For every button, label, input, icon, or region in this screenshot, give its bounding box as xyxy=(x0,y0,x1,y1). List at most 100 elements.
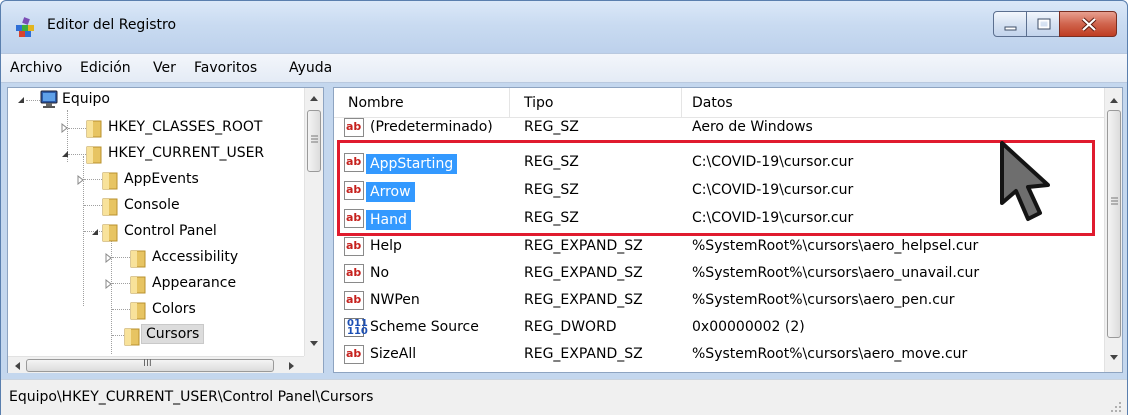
minimize-icon xyxy=(1004,26,1017,31)
maximize-button[interactable] xyxy=(1026,11,1060,37)
collapsed-arrow-icon[interactable] xyxy=(76,175,86,185)
expanded-arrow-icon[interactable] xyxy=(16,95,26,105)
folder-icon xyxy=(102,224,118,242)
expanded-arrow-icon[interactable] xyxy=(60,149,70,159)
string-value-icon: ab xyxy=(344,237,364,256)
value-data: 0x00000002 (2) xyxy=(692,319,805,335)
minimize-button[interactable] xyxy=(993,11,1027,37)
list-row[interactable]: ab SizeAll REG_EXPAND_SZ %SystemRoot%\cu… xyxy=(334,341,1104,369)
dword-value-icon: 011 110 xyxy=(344,318,368,337)
list-vscroll-thumb[interactable] xyxy=(1107,110,1121,338)
menu-edicion[interactable]: Edición xyxy=(80,60,131,76)
tree-horizontal-scrollbar[interactable]: III xyxy=(8,356,304,373)
scroll-down-icon[interactable] xyxy=(309,340,319,348)
tree-hscroll-thumb[interactable]: III xyxy=(26,358,274,372)
value-name: Scheme Source xyxy=(370,319,479,335)
tree-node-hkey-current-user[interactable]: HKEY_CURRENT_USER xyxy=(8,142,304,166)
value-type: REG_EXPAND_SZ xyxy=(524,292,643,308)
resize-grip-icon[interactable] xyxy=(1109,400,1123,414)
tree-label: HKEY_CLASSES_ROOT xyxy=(108,119,263,135)
tree-label: Accessibility xyxy=(152,249,239,265)
menu-archivo[interactable]: Archivo xyxy=(10,60,62,76)
value-data: %SystemRoot%\cursors\aero_move.cur xyxy=(692,346,968,362)
grip-icon: III xyxy=(143,358,152,369)
tree-node-control-panel[interactable]: Control Panel xyxy=(8,220,304,244)
collapsed-arrow-icon[interactable] xyxy=(104,253,114,263)
list-row[interactable]: ab Help REG_EXPAND_SZ %SystemRoot%\curso… xyxy=(334,233,1104,261)
scroll-left-icon[interactable] xyxy=(13,361,21,371)
list-row[interactable]: ab No REG_EXPAND_SZ %SystemRoot%\cursors… xyxy=(334,260,1104,288)
value-type: REG_EXPAND_SZ xyxy=(524,346,643,362)
menu-ver[interactable]: Ver xyxy=(153,60,176,76)
string-value-icon: ab xyxy=(344,345,364,364)
grip-icon xyxy=(1111,197,1118,205)
expanded-arrow-icon[interactable] xyxy=(90,227,100,237)
window-title: Editor del Registro xyxy=(47,17,177,33)
folder-icon xyxy=(86,146,102,164)
column-label: Tipo xyxy=(524,95,554,111)
tree-vscroll-thumb[interactable] xyxy=(307,110,321,172)
cursor-arrow-icon xyxy=(1000,141,1050,221)
tree-label: Appearance xyxy=(152,275,237,291)
menu-ayuda[interactable]: Ayuda xyxy=(289,60,332,76)
folder-icon xyxy=(102,198,118,216)
value-name: No xyxy=(370,265,390,281)
list-row[interactable]: ab NWPen REG_EXPAND_SZ %SystemRoot%\curs… xyxy=(334,287,1104,315)
key-tree-pane[interactable]: Equipo HKEY_CLASSES_ROOT HKEY_CURRENT_US… xyxy=(7,87,324,373)
column-label: Nombre xyxy=(348,95,404,111)
tree-label: Control Panel xyxy=(124,223,217,239)
grip-icon xyxy=(311,135,318,143)
tree-node-colors[interactable]: Colors xyxy=(8,298,304,322)
tree-label: Colors xyxy=(152,301,196,317)
folder-icon xyxy=(130,276,146,294)
menu-favoritos[interactable]: Favoritos xyxy=(194,60,257,76)
scroll-up-icon[interactable] xyxy=(1109,96,1119,104)
tree-label: Console xyxy=(124,197,180,213)
value-type: REG_EXPAND_SZ xyxy=(524,265,643,281)
list-vertical-scrollbar[interactable] xyxy=(1104,88,1122,372)
tree-label: HKEY_CURRENT_USER xyxy=(108,145,265,161)
scrollbar-corner xyxy=(304,356,323,373)
tree-node-hkey-classes-root[interactable]: HKEY_CLASSES_ROOT xyxy=(8,116,304,140)
value-type: REG_DWORD xyxy=(524,319,617,335)
value-name: SizeAll xyxy=(370,346,417,362)
collapsed-arrow-icon[interactable] xyxy=(60,123,70,133)
scroll-down-icon[interactable] xyxy=(1109,354,1119,362)
string-value-icon: ab xyxy=(344,118,364,137)
status-path: Equipo\HKEY_CURRENT_USER\Control Panel\C… xyxy=(9,389,374,405)
string-value-icon: ab xyxy=(344,291,364,310)
list-row[interactable]: ab (Predeterminado) REG_SZ Aero de Windo… xyxy=(334,114,1104,142)
tree-node-appearance[interactable]: Appearance xyxy=(8,272,304,296)
scroll-right-icon[interactable] xyxy=(288,361,296,371)
list-row[interactable]: 011 110 Scheme Source REG_DWORD 0x000000… xyxy=(334,314,1104,342)
maximize-icon xyxy=(1037,18,1051,30)
tree-label-selected: Cursors xyxy=(140,324,205,344)
title-bar[interactable]: Editor del Registro xyxy=(1,1,1127,53)
value-data: %SystemRoot%\cursors\aero_helpsel.cur xyxy=(692,238,979,254)
value-name: (Predeterminado) xyxy=(370,119,493,135)
column-label: Datos xyxy=(692,95,733,111)
value-type: REG_EXPAND_SZ xyxy=(524,238,643,254)
tree-node-appevents[interactable]: AppEvents xyxy=(8,168,304,192)
tree-node-accessibility[interactable]: Accessibility xyxy=(8,246,304,270)
value-type: REG_SZ xyxy=(524,119,579,135)
tree-node-console[interactable]: Console xyxy=(8,194,304,218)
close-icon xyxy=(1081,17,1097,32)
menu-bar: Archivo Edición Ver Favoritos Ayuda xyxy=(1,53,1127,83)
status-bar: Equipo\HKEY_CURRENT_USER\Control Panel\C… xyxy=(1,379,1127,415)
folder-icon xyxy=(130,302,146,320)
highlight-annotation-box xyxy=(337,140,1095,236)
registry-editor-window: Editor del Registro Archivo Edición Ver … xyxy=(0,0,1128,415)
close-button[interactable] xyxy=(1059,11,1117,37)
collapsed-arrow-icon[interactable] xyxy=(104,279,114,289)
folder-icon xyxy=(86,120,102,138)
tree-vertical-scrollbar[interactable] xyxy=(304,88,323,356)
tree-node-cursors[interactable]: Cursors xyxy=(8,324,304,348)
scroll-up-icon[interactable] xyxy=(309,94,319,102)
string-value-icon: ab xyxy=(344,264,364,283)
tree-label-equipo: Equipo xyxy=(62,91,110,107)
value-data: Aero de Windows xyxy=(692,119,813,135)
key-tree: Equipo HKEY_CLASSES_ROOT HKEY_CURRENT_US… xyxy=(8,88,304,356)
value-data: %SystemRoot%\cursors\aero_unavail.cur xyxy=(692,265,980,281)
tree-node-equipo[interactable]: Equipo xyxy=(8,88,304,112)
